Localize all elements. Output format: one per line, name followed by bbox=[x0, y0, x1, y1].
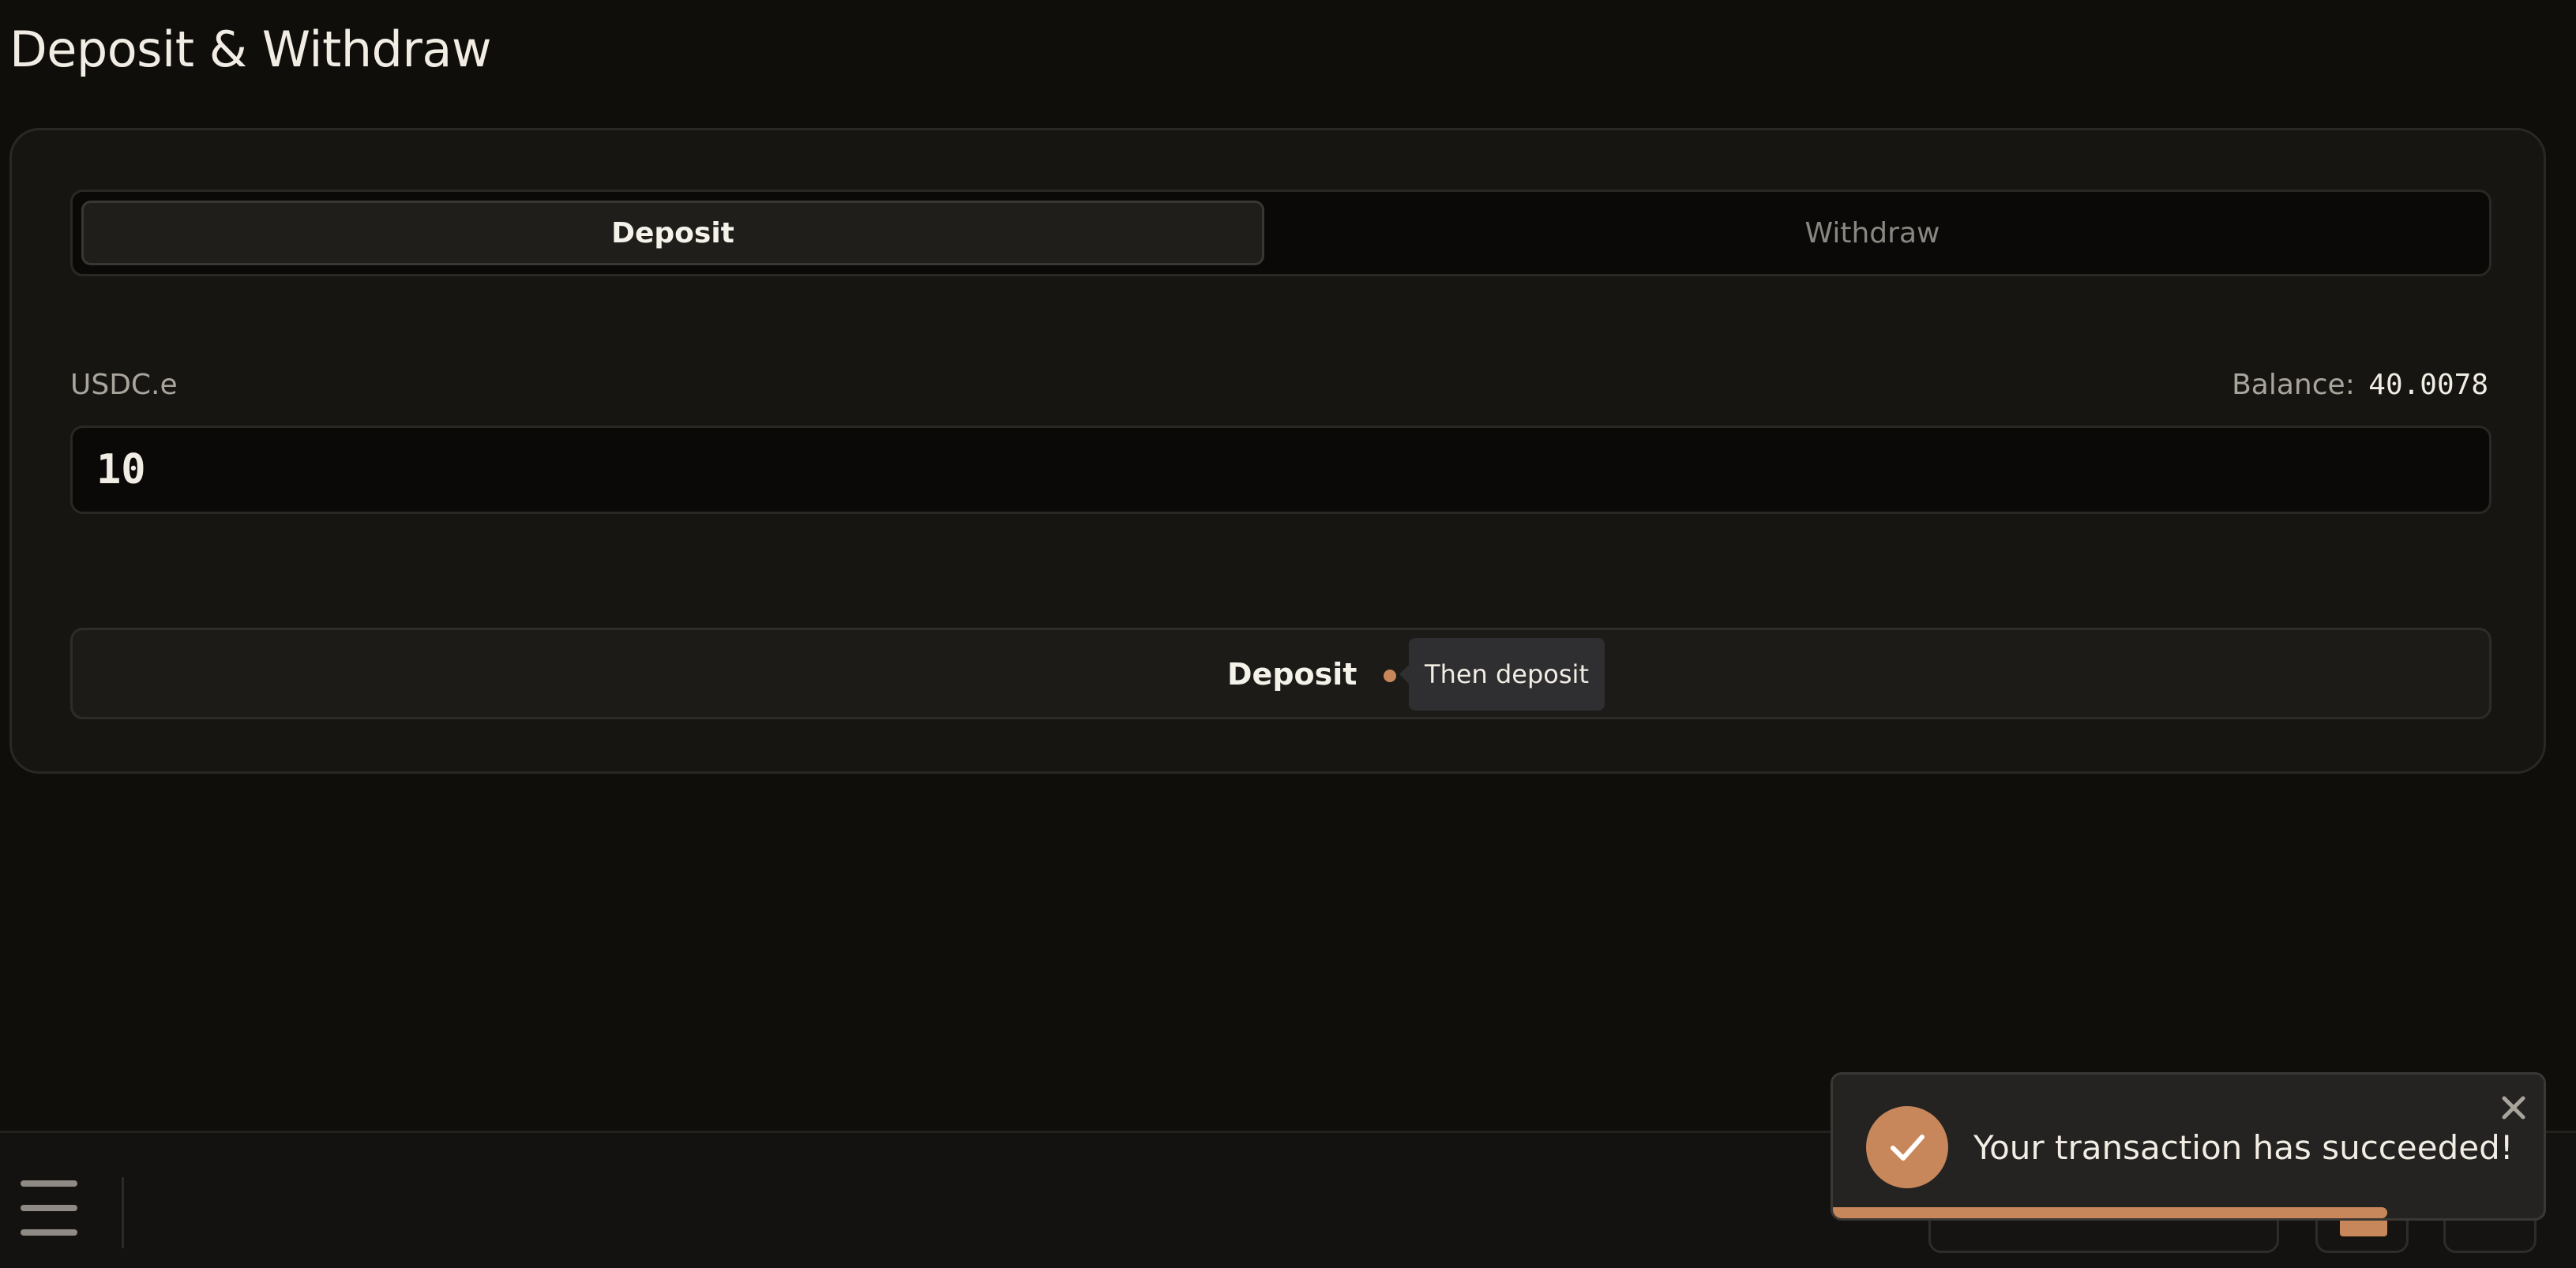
tab-deposit[interactable]: Deposit bbox=[81, 201, 1264, 265]
close-icon[interactable] bbox=[2498, 1092, 2529, 1124]
page-title: Deposit & Withdraw bbox=[9, 21, 492, 78]
deposit-button[interactable]: Deposit Then deposit bbox=[70, 628, 2492, 719]
balance-label: Balance: bbox=[2232, 369, 2355, 401]
deposit-button-label: Deposit bbox=[1227, 657, 1357, 692]
hamburger-menu-icon[interactable] bbox=[21, 1180, 77, 1236]
balance: Balance: 40.0078 bbox=[2232, 369, 2488, 401]
success-toast: Your transaction has succeeded! bbox=[1831, 1072, 2546, 1221]
tab-withdraw[interactable]: Withdraw bbox=[1264, 201, 2480, 265]
toast-progress-bar bbox=[1833, 1207, 2387, 1218]
amount-input[interactable] bbox=[70, 426, 2492, 514]
toast-message: Your transaction has succeeded! bbox=[1973, 1128, 2514, 1167]
balance-value: 40.0078 bbox=[2368, 369, 2488, 401]
check-icon bbox=[1866, 1106, 1948, 1188]
step-indicator-dot bbox=[1384, 670, 1396, 682]
then-deposit-tooltip: Then deposit bbox=[1399, 638, 1605, 711]
mode-tabs: Deposit Withdraw bbox=[70, 189, 2492, 276]
deposit-withdraw-card: Deposit Withdraw USDC.e Balance: 40.0078… bbox=[9, 128, 2546, 774]
asset-label: USDC.e bbox=[70, 369, 178, 401]
divider bbox=[122, 1177, 124, 1248]
